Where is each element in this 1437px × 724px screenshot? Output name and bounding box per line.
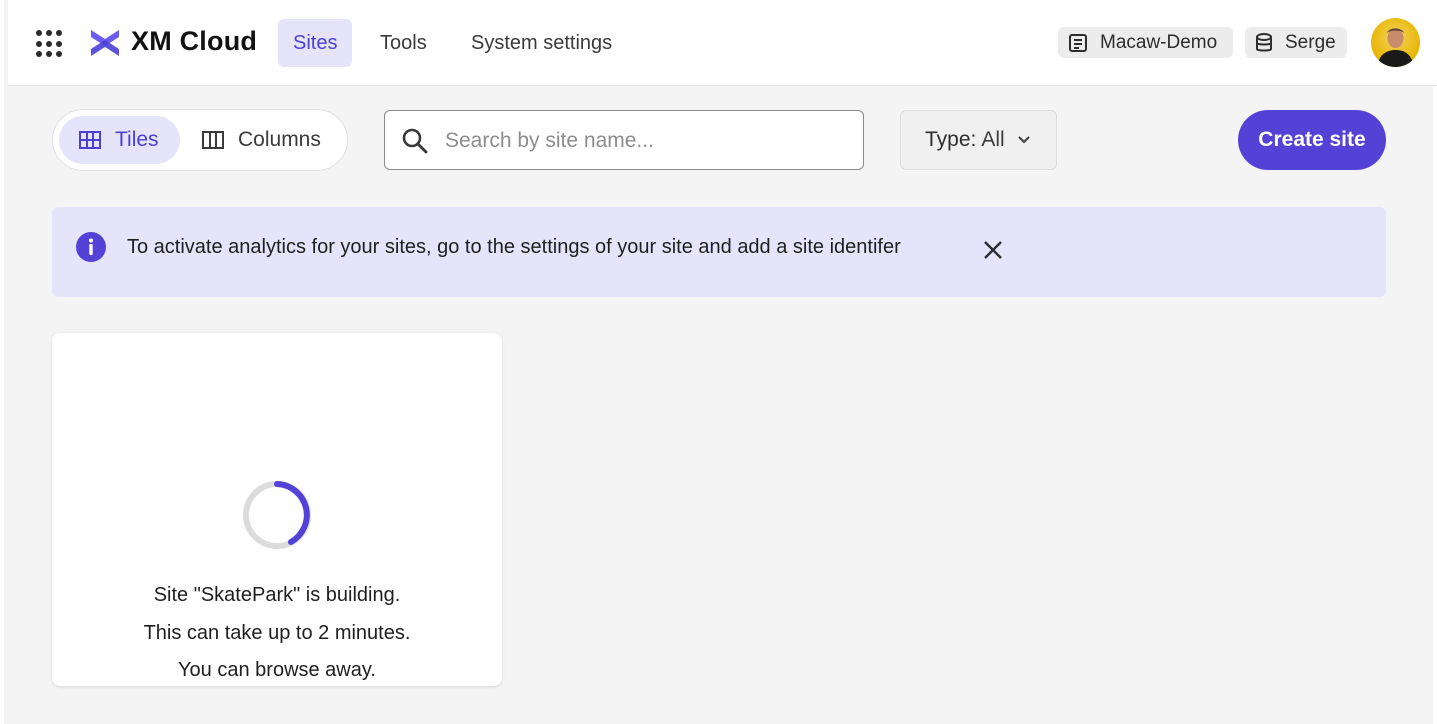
view-mode-toggle: Tiles Columns <box>52 109 348 171</box>
info-icon <box>76 232 106 262</box>
search-icon <box>402 128 428 154</box>
banner-message: To activate analytics for your sites, go… <box>127 236 901 258</box>
environment-selector[interactable]: Serge <box>1245 27 1347 58</box>
tiles-label: Tiles <box>115 128 159 151</box>
close-icon[interactable] <box>982 239 1004 261</box>
create-site-button[interactable]: Create site <box>1238 110 1386 170</box>
grid-icon <box>79 131 101 149</box>
type-filter-dropdown[interactable]: Type: All <box>900 110 1057 170</box>
top-navigation-bar: XM Cloud Sites Tools System settings Mac… <box>8 0 1437 86</box>
brand-title: XM Cloud <box>131 26 258 56</box>
columns-icon <box>202 131 224 149</box>
columns-view-button[interactable]: Columns <box>182 116 342 164</box>
site-card-building[interactable]: Site "SkatePark" is building. This can t… <box>52 333 502 686</box>
user-photo-icon <box>1377 28 1414 67</box>
type-filter-value: All <box>981 128 1005 151</box>
app-switcher-grid-icon[interactable] <box>36 30 64 58</box>
site-search-box <box>384 110 864 170</box>
environment-label: Serge <box>1285 31 1336 53</box>
columns-label: Columns <box>238 128 321 151</box>
browse-away-text: You can browse away. <box>178 659 376 681</box>
building-duration-text: This can take up to 2 minutes. <box>143 622 411 644</box>
xm-cloud-logo-icon <box>91 30 119 56</box>
nav-sites[interactable]: Sites <box>278 19 353 67</box>
analytics-info-banner: To activate analytics for your sites, go… <box>52 207 1386 297</box>
project-icon <box>1069 33 1087 52</box>
user-avatar[interactable] <box>1371 18 1420 67</box>
type-filter-label: Type: <box>925 128 977 151</box>
building-status-text: Site "SkatePark" is building. <box>153 584 401 606</box>
project-label: Macaw-Demo <box>1100 31 1218 53</box>
loading-spinner-icon <box>243 481 311 549</box>
nav-tools[interactable]: Tools <box>365 19 442 67</box>
nav-system-settings[interactable]: System settings <box>456 19 627 67</box>
database-icon <box>1256 32 1272 51</box>
app-frame: XM Cloud Sites Tools System settings Mac… <box>0 0 1437 724</box>
tiles-view-button[interactable]: Tiles <box>59 116 180 164</box>
project-selector[interactable]: Macaw-Demo <box>1058 27 1233 58</box>
search-input[interactable] <box>445 121 845 161</box>
chevron-down-icon <box>1018 136 1030 144</box>
